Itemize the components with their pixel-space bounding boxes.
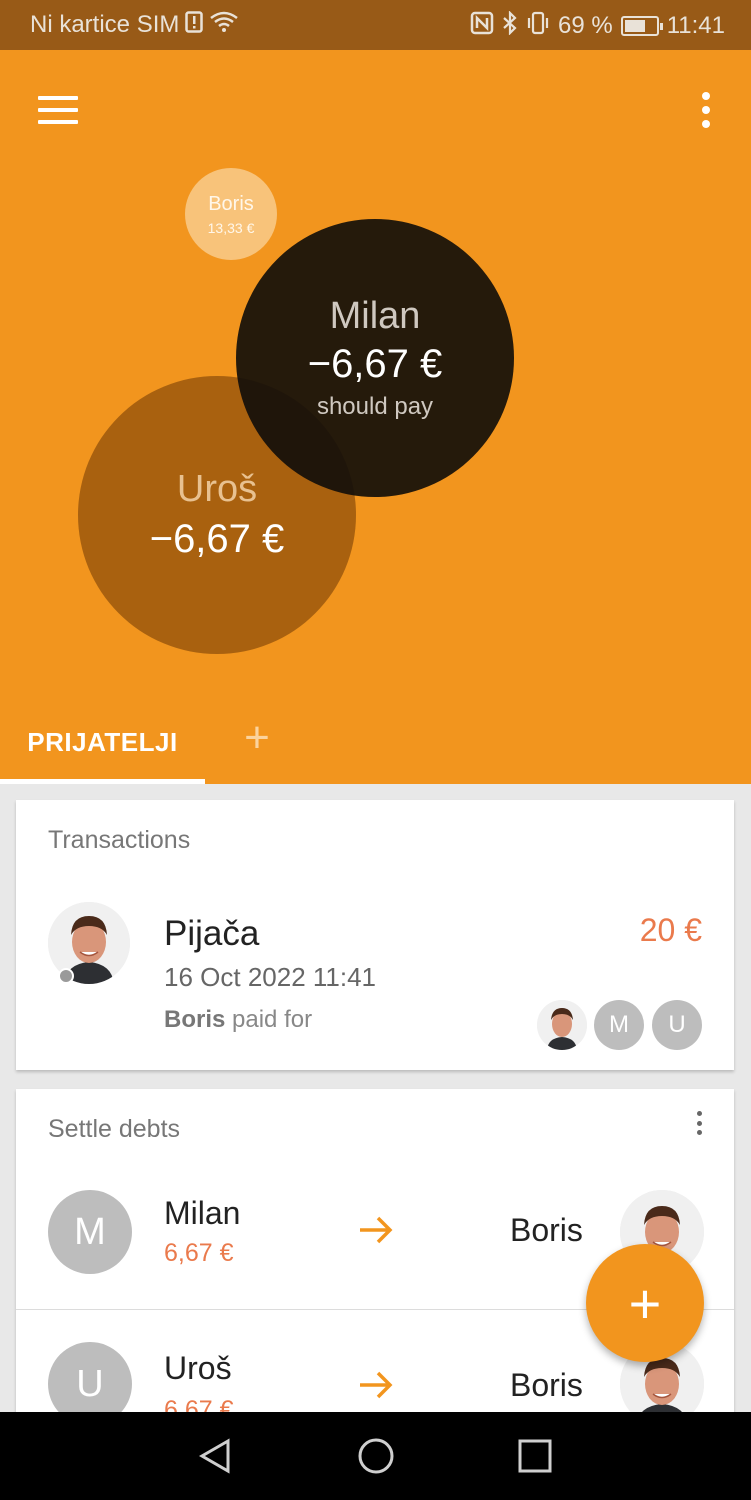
- tab-indicator: [0, 779, 205, 784]
- transaction-amount: 20 €: [639, 912, 702, 948]
- participant-avatar-milan: M: [594, 1000, 644, 1050]
- system-nav-bar: [0, 1412, 751, 1500]
- avatar: M: [48, 1190, 132, 1274]
- balance-amount: 13,33 €: [207, 219, 255, 236]
- wifi-icon: [209, 11, 239, 39]
- payer-name: Boris: [164, 1006, 226, 1033]
- menu-icon[interactable]: [38, 96, 78, 124]
- creditor-name: Boris: [510, 1212, 583, 1248]
- sim-alert-icon: [185, 11, 204, 39]
- participant-avatar-boris: [537, 1000, 587, 1050]
- arrow-right-icon: [356, 1365, 396, 1405]
- transaction-paid-for: Boris paid for: [164, 1006, 312, 1034]
- status-dot: [58, 968, 74, 984]
- debt-amount: 6,67 €: [164, 1239, 234, 1267]
- more-vert-icon[interactable]: [694, 1111, 704, 1135]
- nfc-icon: [470, 11, 494, 41]
- card-title: Transactions: [48, 826, 191, 854]
- add-transaction-button[interactable]: +: [586, 1244, 704, 1362]
- recents-icon[interactable]: [515, 1436, 555, 1476]
- balance-bubble-milan[interactable]: Milan −6,67 € should pay: [236, 219, 514, 497]
- status-bar: Ni kartice SIM 69 % 11:41: [0, 0, 751, 50]
- group-tabs: PRIJATELJI +: [0, 700, 751, 784]
- creditor-name: Boris: [510, 1367, 583, 1403]
- transaction-name[interactable]: Pijača: [164, 914, 259, 954]
- participant-avatar-uros: U: [652, 1000, 702, 1050]
- home-icon[interactable]: [356, 1436, 396, 1476]
- balances-header: Boris 13,33 € Uroš −6,67 € Milan −6,67 €…: [0, 50, 751, 784]
- arrow-right-icon: [356, 1210, 396, 1250]
- bluetooth-icon: [502, 10, 518, 41]
- transaction-date: 16 Oct 2022 11:41: [164, 962, 377, 992]
- back-icon[interactable]: [196, 1436, 236, 1476]
- battery-icon: [620, 16, 663, 36]
- balance-amount: −6,67 €: [149, 517, 285, 561]
- debtor-name: Milan: [164, 1195, 241, 1231]
- paid-for-text: paid for: [232, 1006, 313, 1033]
- carrier-label: Ni kartice SIM: [30, 11, 180, 38]
- balance-bubble-boris[interactable]: Boris 13,33 €: [185, 168, 277, 260]
- balance-name: Milan: [329, 295, 421, 337]
- more-vert-icon[interactable]: [697, 90, 715, 130]
- vibrate-icon: [526, 11, 550, 41]
- clock: 11:41: [666, 12, 725, 39]
- add-group-plus-icon[interactable]: +: [236, 716, 278, 760]
- battery-percent: 69 %: [558, 12, 613, 39]
- card-title: Settle debts: [48, 1115, 181, 1143]
- balance-amount: −6,67 €: [307, 342, 443, 386]
- balance-note: should pay: [316, 393, 434, 420]
- transactions-card: Transactions Pijača 16 Oct 2022 11:41 Bo…: [16, 800, 734, 1070]
- balance-name: Uroš: [176, 468, 258, 510]
- debtor-name: Uroš: [164, 1350, 232, 1386]
- tab-prijatelji[interactable]: PRIJATELJI: [0, 700, 205, 784]
- balance-name: Boris: [208, 192, 254, 215]
